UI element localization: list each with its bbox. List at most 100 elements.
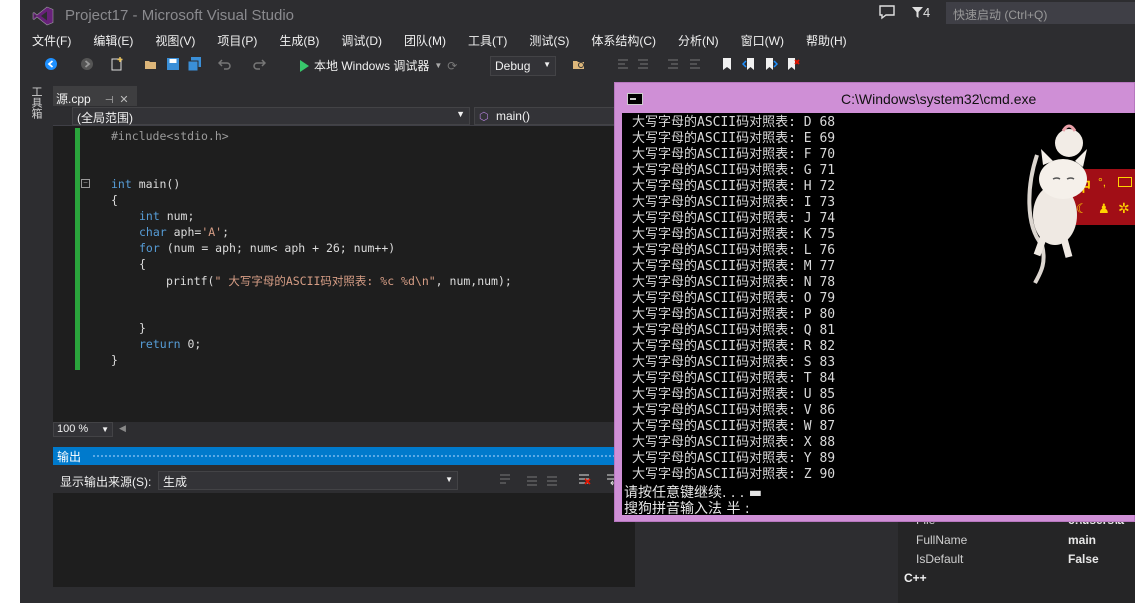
console-line: 大写字母的ASCII码对照表: J 74 (632, 211, 836, 226)
visual-studio-logo-icon (32, 6, 54, 26)
standard-toolbar: 本地 Windows 调试器 ▼ ⟳ Debug ▼ (20, 52, 820, 78)
menu-tools[interactable]: 工具(T) (456, 31, 517, 51)
property-value[interactable]: main (1068, 533, 1096, 547)
zoom-select[interactable]: 100 % ▼ (53, 422, 113, 437)
console-line: 大写字母的ASCII码对照表: Z 90 (632, 467, 836, 482)
console-title-bar[interactable]: C:\Windows\system32\cmd.exe (615, 83, 1135, 113)
console-line: 大写字母的ASCII码对照表: P 80 (632, 307, 836, 322)
run-label: 本地 Windows 调试器 (314, 59, 430, 73)
clear-bookmarks-icon[interactable] (786, 57, 800, 71)
console-line: 大写字母的ASCII码对照表: K 75 (632, 227, 836, 242)
comment-icon[interactable] (616, 57, 630, 71)
scope-value: (全局范围) (77, 111, 133, 125)
console-line: 大写字母的ASCII码对照表: S 83 (632, 355, 836, 370)
char-literal: 'A' (201, 225, 223, 239)
dock-grip[interactable] (93, 455, 631, 457)
console-line: 大写字母的ASCII码对照表: T 84 (632, 371, 836, 386)
pin-icon[interactable]: ⊣ (105, 95, 114, 106)
console-line: 大写字母的ASCII码对照表: E 69 (632, 131, 836, 146)
code-line-5: { (111, 193, 118, 207)
console-line: 大写字母的ASCII码对照表: L 76 (632, 243, 836, 258)
find-message-icon[interactable] (498, 473, 512, 487)
console-line: 大写字母的ASCII码对照表: F 70 (632, 147, 836, 162)
menu-debug[interactable]: 调试(D) (329, 31, 392, 51)
output-text-area[interactable] (53, 493, 635, 603)
filter-count: 4 (923, 5, 931, 20)
refresh-icon[interactable]: ⟳ (447, 59, 457, 73)
code-line-9: { (139, 257, 146, 271)
outdent-icon[interactable] (688, 57, 702, 71)
config-value: Debug (495, 59, 531, 73)
quick-launch-input[interactable]: 快速启动 (Ctrl+Q) (946, 2, 1135, 24)
back-icon[interactable] (44, 57, 58, 71)
property-value[interactable]: False (1068, 552, 1099, 566)
feedback-filter[interactable]: 4 (912, 5, 930, 20)
output-toolbar: 显示输出来源(S): 生成 ▼ (53, 467, 635, 493)
indent-icon[interactable] (666, 57, 680, 71)
forward-icon[interactable] (80, 57, 94, 71)
console-line: 大写字母的ASCII码对照表: O 79 (632, 291, 836, 306)
notification-icon[interactable] (878, 4, 896, 20)
solution-configuration-select[interactable]: Debug ▼ (490, 56, 556, 76)
member-dropdown[interactable]: ⬡ main() (474, 107, 635, 125)
menu-file[interactable]: 文件(F) (20, 31, 81, 51)
redo-icon[interactable] (252, 57, 266, 71)
horizontal-scrollbar[interactable] (53, 587, 635, 603)
code-line-1: #include<stdio.h> (111, 129, 229, 143)
code-line-14: return 0; (139, 337, 202, 351)
menu-analyze[interactable]: 分析(N) (666, 31, 729, 51)
open-file-icon[interactable] (144, 57, 158, 71)
chevron-down-icon: ▼ (434, 61, 443, 70)
property-name: IsDefault (916, 552, 964, 566)
menu-project[interactable]: 项目(P) (205, 31, 267, 51)
play-icon (300, 59, 309, 72)
save-all-icon[interactable] (188, 57, 202, 71)
chevron-down-icon: ▼ (543, 60, 551, 69)
code-line-13: } (139, 321, 146, 335)
menu-architecture[interactable]: 体系结构(C) (579, 31, 666, 51)
menu-bar: 文件(F) 编辑(E) 视图(V) 项目(P) 生成(B) 调试(D) 团队(M… (20, 31, 857, 51)
code-line-4: int main() (111, 177, 181, 191)
start-debugging-button[interactable]: 本地 Windows 调试器 ▼ ⟳ (300, 57, 457, 74)
close-icon[interactable]: ✕ (119, 94, 128, 106)
zoom-value: 100 % (57, 423, 89, 435)
save-icon[interactable] (166, 57, 180, 71)
next-bookmark-icon[interactable] (764, 57, 778, 71)
console-window[interactable]: C:\Windows\system32\cmd.exe 大写字母的ASCII码对… (614, 82, 1135, 522)
uncomment-icon[interactable] (636, 57, 650, 71)
keyword: int (139, 209, 160, 223)
menu-build[interactable]: 生成(B) (267, 31, 329, 51)
undo-icon[interactable] (218, 57, 232, 71)
code-editor[interactable]: − #include<stdio.h> int main() { int num… (53, 126, 635, 422)
toolbox-tab[interactable]: 工具箱 (30, 86, 44, 119)
menu-help[interactable]: 帮助(H) (794, 31, 857, 51)
scroll-left-icon[interactable]: ◀ (119, 423, 126, 434)
menu-view[interactable]: 视图(V) (143, 31, 205, 51)
console-output[interactable]: 大写字母的ASCII码对照表: D 68 大写字母的ASCII码对照表: E 69… (622, 113, 1135, 515)
menu-team[interactable]: 团队(M) (392, 31, 456, 51)
console-line: 大写字母的ASCII码对照表: X 88 (632, 435, 836, 450)
change-tracking-bar (75, 128, 80, 370)
tab-source-cpp[interactable]: 源.cpp ⊣ ✕ (53, 86, 137, 106)
bookmark-icon[interactable] (720, 57, 734, 71)
mascot-cat-icon[interactable] (997, 115, 1135, 285)
output-source-select[interactable]: 生成 ▼ (158, 471, 458, 490)
scope-dropdown[interactable]: (全局范围) ▼ (72, 107, 470, 125)
new-project-icon[interactable] (110, 57, 124, 71)
keyword: return (139, 337, 181, 351)
menu-edit[interactable]: 编辑(E) (81, 31, 143, 51)
code-line-15: } (111, 353, 118, 367)
collapse-toggle-icon[interactable]: − (81, 179, 90, 188)
clear-all-icon[interactable] (577, 472, 591, 486)
properties-scrollbar[interactable] (882, 515, 896, 603)
menu-window[interactable]: 窗口(W) (729, 31, 794, 51)
console-line: 大写字母的ASCII码对照表: D 68 (632, 115, 836, 130)
previous-message-icon[interactable] (525, 473, 539, 487)
console-title: C:\Windows\system32\cmd.exe (841, 91, 1037, 107)
find-in-files-icon[interactable] (572, 57, 586, 71)
output-source-label: 显示输出来源(S): (60, 475, 152, 489)
cube-icon: ⬡ (479, 111, 489, 123)
next-message-icon[interactable] (545, 473, 559, 487)
previous-bookmark-icon[interactable] (742, 57, 756, 71)
menu-test[interactable]: 测试(S) (517, 31, 579, 51)
